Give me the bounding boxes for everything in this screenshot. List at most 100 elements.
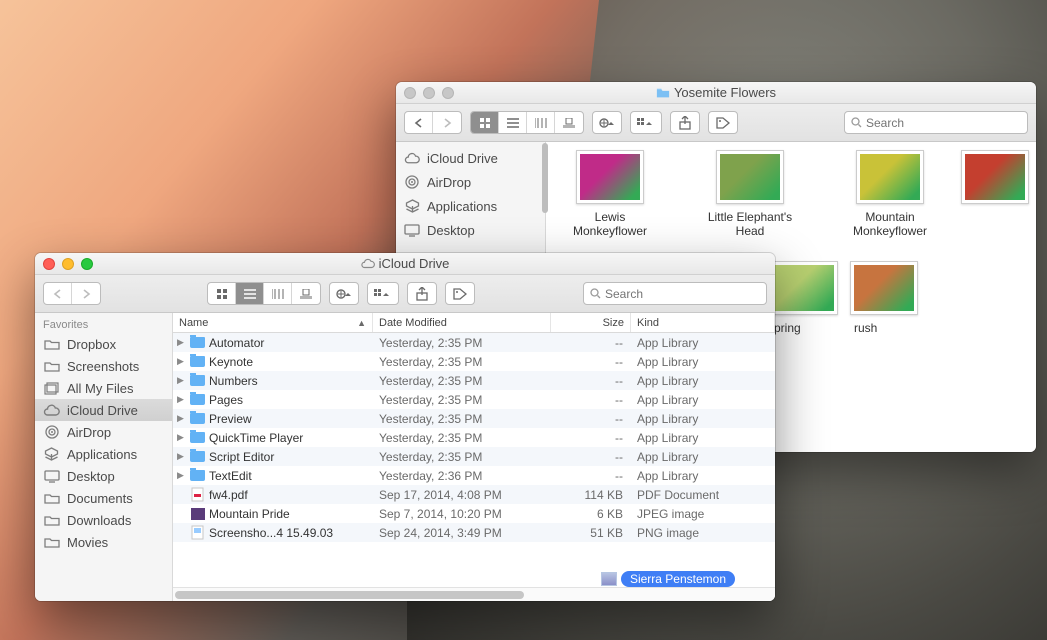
sidebar-item-desktop[interactable]: Desktop [35, 465, 172, 487]
column-size[interactable]: Size [551, 313, 631, 332]
sidebar-item-desktop[interactable]: Desktop [396, 218, 545, 242]
file-row[interactable]: Mountain PrideSep 7, 2014, 10:20 PM6 KBJ… [173, 504, 775, 523]
window-title: iCloud Drive [379, 256, 450, 271]
share-button[interactable] [407, 282, 437, 305]
column-view-button[interactable] [264, 283, 292, 304]
tags-button[interactable] [708, 111, 738, 134]
back-button[interactable] [44, 283, 72, 304]
zoom-button[interactable] [442, 87, 454, 99]
sidebar-item-documents[interactable]: Documents [35, 487, 172, 509]
arrange-button[interactable] [329, 282, 359, 305]
file-label [991, 209, 999, 211]
folder-icon [43, 513, 60, 528]
titlebar[interactable]: iCloud Drive [35, 253, 775, 275]
disclosure-triangle[interactable]: ▶ [177, 356, 186, 367]
search-field[interactable] [583, 282, 767, 305]
forward-button[interactable] [72, 283, 100, 304]
file-row[interactable]: ▶KeynoteYesterday, 2:35 PM--App Library [173, 352, 775, 371]
column-kind[interactable]: Kind [631, 313, 775, 332]
group-button[interactable] [367, 282, 399, 305]
column-view-button[interactable] [527, 112, 555, 133]
icon-view-button[interactable] [471, 112, 499, 133]
disclosure-triangle[interactable]: ▶ [177, 394, 186, 405]
column-name[interactable]: Name▲ [173, 313, 373, 332]
sidebar-item-label: Applications [67, 447, 137, 462]
close-button[interactable] [43, 258, 55, 270]
minimize-button[interactable] [62, 258, 74, 270]
cloud-icon [404, 150, 420, 166]
disclosure-triangle[interactable]: ▶ [177, 451, 186, 462]
file-row[interactable]: ▶TextEditYesterday, 2:36 PM--App Library [173, 466, 775, 485]
sidebar-item-airdrop[interactable]: AirDrop [396, 170, 545, 194]
titlebar[interactable]: Yosemite Flowers [396, 82, 1036, 104]
file-row[interactable]: ▶QuickTime PlayerYesterday, 2:35 PM--App… [173, 428, 775, 447]
file-size: -- [551, 431, 631, 445]
file-icon [190, 354, 205, 369]
coverflow-view-button[interactable] [555, 112, 583, 133]
nav-buttons [404, 111, 462, 134]
tags-button[interactable] [445, 282, 475, 305]
file-name: Script Editor [209, 450, 274, 464]
file-row[interactable]: Screensho...4 15.49.03Sep 24, 2014, 3:49… [173, 523, 775, 542]
sidebar-item-all-my-files[interactable]: All My Files [35, 377, 172, 399]
file-row[interactable]: ▶NumbersYesterday, 2:35 PM--App Library [173, 371, 775, 390]
file-icon [190, 335, 205, 350]
group-button[interactable] [630, 111, 662, 134]
search-field[interactable] [844, 111, 1028, 134]
horizontal-scrollbar[interactable] [173, 587, 775, 601]
list-view-button[interactable] [236, 283, 264, 304]
zoom-button[interactable] [81, 258, 93, 270]
sidebar-item-icloud-drive[interactable]: iCloud Drive [35, 399, 172, 421]
search-input[interactable] [605, 287, 760, 301]
file-modified: Yesterday, 2:35 PM [373, 450, 551, 464]
forward-button[interactable] [433, 112, 461, 133]
minimize-button[interactable] [423, 87, 435, 99]
file-item[interactable]: Lewis Monkeyflower [560, 150, 660, 239]
close-button[interactable] [404, 87, 416, 99]
view-buttons [470, 111, 584, 134]
file-row[interactable]: ▶PagesYesterday, 2:35 PM--App Library [173, 390, 775, 409]
finder-window-icloud-drive[interactable]: iCloud Drive Favorites DropboxScreenshot… [35, 253, 775, 601]
file-size: -- [551, 393, 631, 407]
file-size: -- [551, 374, 631, 388]
file-row[interactable]: ▶Script EditorYesterday, 2:35 PM--App Li… [173, 447, 775, 466]
sidebar-item-applications[interactable]: Applications [35, 443, 172, 465]
file-item[interactable]: Little Elephant's Head [700, 150, 800, 239]
column-modified[interactable]: Date Modified [373, 313, 551, 332]
disclosure-triangle[interactable]: ▶ [177, 413, 186, 424]
sidebar-item-downloads[interactable]: Downloads [35, 509, 172, 531]
file-modified: Yesterday, 2:35 PM [373, 393, 551, 407]
file-item[interactable]: pring [770, 261, 810, 350]
share-button[interactable] [670, 111, 700, 134]
thumbnail [770, 261, 838, 315]
arrange-button[interactable] [592, 111, 622, 134]
disclosure-triangle[interactable]: ▶ [177, 470, 186, 481]
file-item[interactable]: Mountain Monkeyflower [840, 150, 940, 239]
sidebar-item-airdrop[interactable]: AirDrop [35, 421, 172, 443]
file-row[interactable]: ▶AutomatorYesterday, 2:35 PM--App Librar… [173, 333, 775, 352]
file-row[interactable]: fw4.pdfSep 17, 2014, 4:08 PM114 KBPDF Do… [173, 485, 775, 504]
file-kind: App Library [631, 469, 775, 483]
apps-icon [404, 198, 420, 214]
file-icon [190, 506, 205, 521]
disclosure-triangle[interactable]: ▶ [177, 375, 186, 386]
sidebar-item-screenshots[interactable]: Screenshots [35, 355, 172, 377]
sidebar-item-applications[interactable]: Applications [396, 194, 545, 218]
file-item[interactable] [980, 150, 1010, 239]
disclosure-triangle[interactable]: ▶ [177, 337, 186, 348]
disclosure-triangle[interactable]: ▶ [177, 432, 186, 443]
search-input[interactable] [866, 116, 1021, 130]
sidebar-item-movies[interactable]: Movies [35, 531, 172, 553]
file-item[interactable]: rush [850, 261, 890, 350]
sidebar-item-dropbox[interactable]: Dropbox [35, 333, 172, 355]
nav-buttons [43, 282, 101, 305]
file-size: 51 KB [551, 526, 631, 540]
sidebar-item-icloud-drive[interactable]: iCloud Drive [396, 146, 545, 170]
list-view-button[interactable] [499, 112, 527, 133]
file-name: Preview [209, 412, 252, 426]
icon-view-button[interactable] [208, 283, 236, 304]
coverflow-view-button[interactable] [292, 283, 320, 304]
file-row[interactable]: ▶PreviewYesterday, 2:35 PM--App Library [173, 409, 775, 428]
file-name: QuickTime Player [209, 431, 303, 445]
back-button[interactable] [405, 112, 433, 133]
